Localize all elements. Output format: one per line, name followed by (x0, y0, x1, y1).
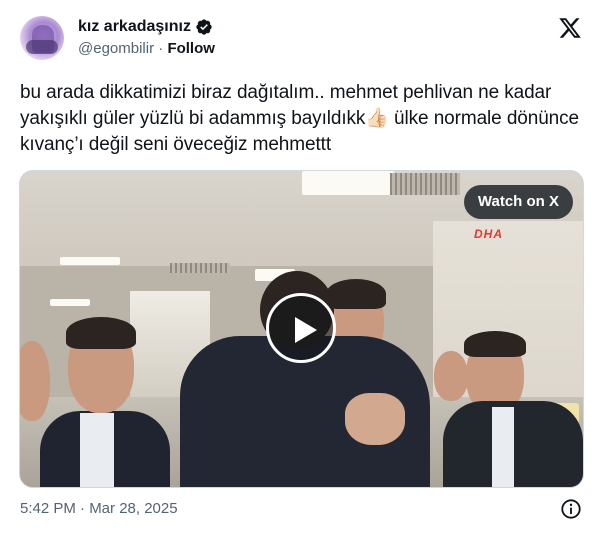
play-button[interactable] (266, 293, 336, 363)
handle[interactable]: @egombilir (78, 40, 154, 57)
verified-badge-icon (196, 19, 212, 35)
scene-light (50, 299, 90, 306)
handle-row: @egombilir · Follow (78, 40, 215, 57)
tweet-footer: 5:42 PM · Mar 28, 2025 (20, 497, 582, 521)
watch-on-x-button[interactable]: Watch on X (463, 185, 573, 219)
scene-vent (170, 263, 230, 273)
dha-watermark: DHA (474, 227, 503, 241)
x-logo-icon[interactable] (558, 16, 582, 40)
tweet-header: kız arkadaşınız @egombilir · Follow (20, 14, 582, 64)
play-icon (295, 317, 317, 343)
person-edge (20, 341, 60, 487)
avatar-figure-base (26, 40, 58, 54)
scene-vent (390, 173, 460, 195)
scene-light (60, 257, 120, 265)
name-row: kız arkadaşınız (78, 18, 213, 36)
scene-hand (345, 393, 405, 445)
info-icon[interactable] (560, 498, 582, 520)
scene-light (302, 171, 394, 195)
separator: · (158, 40, 164, 57)
follow-button[interactable]: Follow (167, 40, 215, 57)
timestamp[interactable]: 5:42 PM · Mar 28, 2025 (20, 500, 178, 517)
scene-shirt (492, 407, 514, 487)
avatar[interactable] (20, 16, 64, 60)
display-name[interactable]: kız arkadaşınız (78, 18, 191, 36)
video-player[interactable]: Watch on X DHA (19, 170, 584, 488)
tweet-text: bu arada dikkatimizi biraz dağıtalım.. m… (20, 82, 580, 155)
